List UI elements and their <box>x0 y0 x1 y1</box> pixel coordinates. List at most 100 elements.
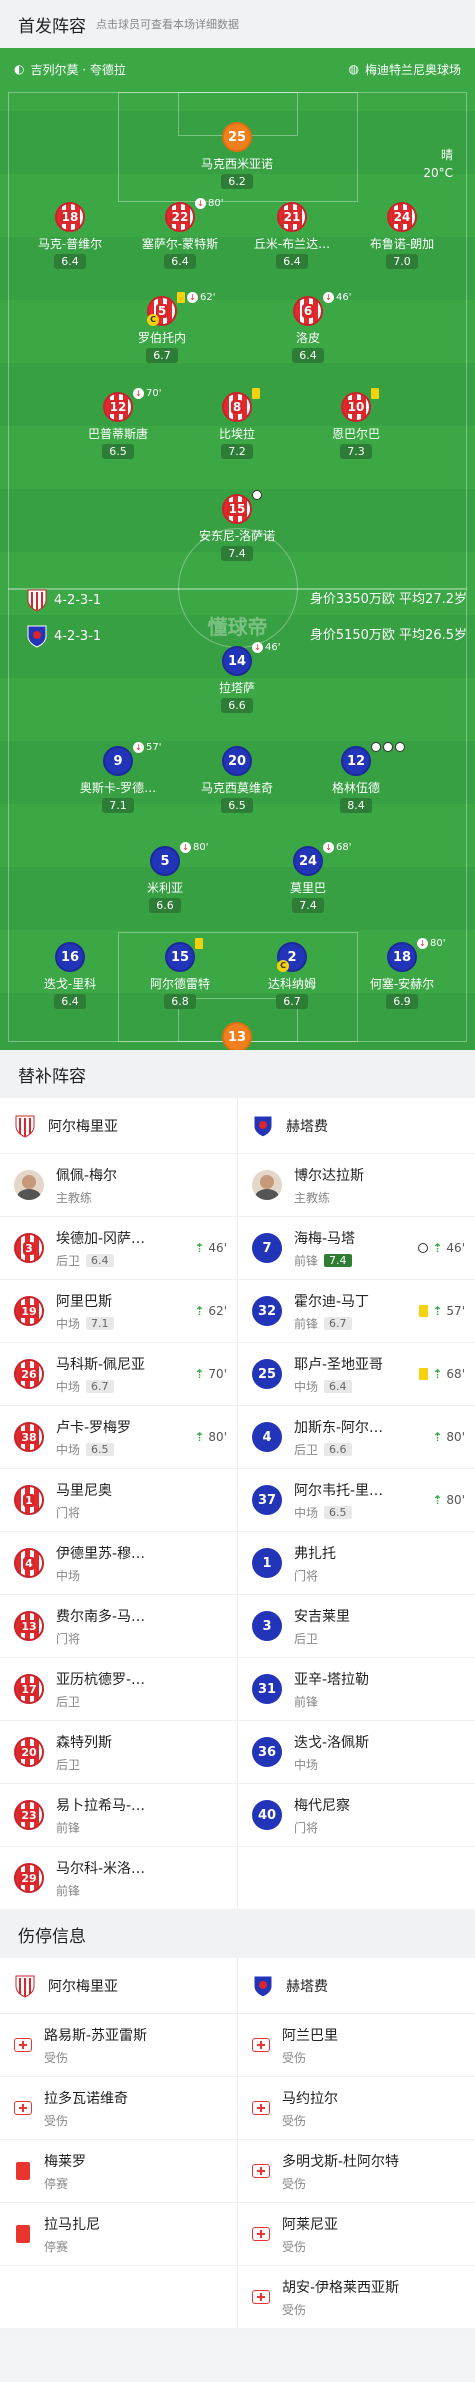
sub-off-icon: ↓ <box>133 742 144 753</box>
sub-player[interactable]: 25 耶卢-圣地亚哥 中场 6.4 ⇡ 68' <box>238 1343 475 1405</box>
injured-player[interactable]: 阿莱尼亚 受伤 <box>238 2203 475 2265</box>
sub-player[interactable]: 19 阿里巴斯 中场 7.1 ⇡ 62' <box>0 1280 238 1342</box>
player-events: ↓ 57' <box>133 742 161 753</box>
player[interactable]: 16 迭戈-里科 6.4 <box>15 942 125 1009</box>
home-coach[interactable]: 佩佩-梅尔 主教练 <box>0 1154 238 1216</box>
injured-player[interactable]: 拉马扎尼 停赛 <box>0 2203 238 2265</box>
player[interactable]: 14 ↓ 46' 拉塔萨 6.6 <box>182 642 292 713</box>
sub-in-icon: ⇡ <box>432 1367 443 1381</box>
away-team[interactable]: 赫塔费 <box>238 1098 475 1153</box>
sub-player[interactable]: 1 马里尼奥 门将 <box>0 1469 238 1531</box>
home-team[interactable]: 阿尔梅里亚 <box>0 1958 238 2013</box>
player[interactable]: 6 ↓ 46' 洛皮 6.4 <box>253 292 363 363</box>
player-name: 霍尔迪-马丁 <box>294 1293 370 1310</box>
sub-player[interactable]: 1 弗扎托 门将 <box>238 1532 475 1594</box>
injured-player[interactable]: 路易斯-苏亚雷斯 受伤 <box>0 2014 238 2076</box>
player[interactable]: 25 马克西米亚诺 6.2 <box>182 122 292 189</box>
player[interactable]: 18 马克-普维尔 6.4 <box>15 202 125 269</box>
sub-time: 46' <box>208 1241 227 1255</box>
jersey-number: 2C <box>277 942 307 972</box>
jersey-number: 23 <box>14 1800 44 1830</box>
jersey-number: 18 <box>55 202 85 232</box>
player-name: 阿尔德雷特 <box>149 977 210 991</box>
sub-time: 62' <box>200 292 216 303</box>
player-name: 塞萨尔-蒙特斯 <box>141 237 219 251</box>
sub-time: 46' <box>265 642 281 653</box>
player-name: 亚历杭德罗-… <box>56 1671 146 1688</box>
sub-player[interactable]: 7 海梅-马塔 前锋 7.4 ⇡ 46' <box>238 1217 475 1279</box>
sub-player[interactable]: 36 迭戈-洛佩斯 中场 <box>238 1721 475 1783</box>
sub-player[interactable]: 32 霍尔迪-马丁 前锋 6.7 ⇡ 57' <box>238 1280 475 1342</box>
jersey-number: 3 <box>14 1233 44 1263</box>
subs-title: 替补阵容 <box>18 1066 86 1087</box>
sub-player[interactable]: 38 卢卡-罗梅罗 中场 6.5 ⇡ 80' <box>0 1406 238 1468</box>
player-name: 马约拉尔 <box>282 2090 338 2107</box>
injured-player[interactable]: 多明戈斯-杜阿尔特 受伤 <box>238 2140 475 2202</box>
player-name: 梅莱罗 <box>44 2153 86 2170</box>
player[interactable]: 5 C ↓ 62' 罗伯托内 6.7 <box>107 292 217 363</box>
injured-player[interactable]: 胡安-伊格莱西亚斯 受伤 <box>238 2266 475 2328</box>
injured-player[interactable]: 拉多瓦诺维奇 受伤 <box>0 2077 238 2139</box>
player[interactable]: 15 安东尼-洛萨诺 7.4 <box>182 490 292 561</box>
player[interactable]: 22 ↓ 80' 塞萨尔-蒙特斯 6.4 <box>125 198 235 269</box>
player[interactable]: 9 ↓ 57' 奥斯卡-罗德… 7.1 <box>63 742 173 813</box>
player[interactable]: 21 丘米-布兰达… 6.4 <box>237 202 347 269</box>
jersey-number: 9 <box>103 746 133 776</box>
sub-player[interactable]: 17 亚历杭德罗-… 后卫 <box>0 1658 238 1720</box>
jersey-number: 5C <box>147 296 177 326</box>
jersey-number: 32 <box>252 1296 282 1326</box>
sub-in: ⇡ 80' <box>432 1430 465 1444</box>
player-position: 前锋 <box>56 1883 81 1898</box>
jersey-number: 3 <box>252 1611 282 1641</box>
home-venue-label: 吉列尔莫 · 夸德拉 <box>30 62 126 77</box>
sub-player[interactable]: 3 安吉莱里 后卫 <box>238 1595 475 1657</box>
player[interactable]: 2 C 达科纳姆 6.7 <box>237 942 347 1009</box>
sub-player[interactable]: 13 费尔南多-马… 门将 <box>0 1595 238 1657</box>
injured-player[interactable]: 马约拉尔 受伤 <box>238 2077 475 2139</box>
sub-player[interactable]: 26 马科斯-佩尼亚 中场 6.7 ⇡ 70' <box>0 1343 238 1405</box>
player-rating: 6.4 <box>54 994 86 1009</box>
sub-player[interactable]: 23 易卜拉希马-… 前锋 <box>0 1784 238 1846</box>
player-name: 米利亚 <box>146 881 183 895</box>
player-name: 阿里巴斯 <box>56 1293 112 1310</box>
player[interactable]: 8 比埃拉 7.2 <box>182 388 292 459</box>
player[interactable]: 18 ↓ 80' 何塞-安赫尔 6.9 <box>347 938 457 1009</box>
sub-player[interactable]: 4 伊德里苏-穆… 中场 <box>0 1532 238 1594</box>
weather-temp: 20°C <box>423 166 453 180</box>
sub-player[interactable]: 3 埃德加-冈萨… 后卫 6.4 ⇡ 46' <box>0 1217 238 1279</box>
player[interactable]: 24 ↓ 68' 莫里巴 7.4 <box>253 842 363 913</box>
player[interactable]: 10 恩巴尔巴 7.3 <box>301 388 411 459</box>
player-events: ↓ 62' <box>177 292 215 303</box>
yellow-card-icon <box>177 292 185 303</box>
sub-time: 68' <box>336 842 352 853</box>
stadium-icon: ◍ <box>348 62 359 76</box>
sub-player[interactable]: 31 亚辛-塔拉勒 前锋 <box>238 1658 475 1720</box>
player[interactable]: 13戴维-索里亚★8.7 <box>182 1022 292 1050</box>
sub-in: ⇡ 80' <box>432 1493 465 1507</box>
jersey-number: 16 <box>55 942 85 972</box>
away-coach[interactable]: 博尔达拉斯 主教练 <box>238 1154 475 1216</box>
player[interactable]: 12 格林伍德 8.4 <box>301 742 411 813</box>
sub-player[interactable]: 4 加斯东-阿尔… 后卫 6.6 ⇡ 80' <box>238 1406 475 1468</box>
goal-icon <box>383 742 393 752</box>
sub-player[interactable]: 37 阿尔韦托-里… 中场 6.5 ⇡ 80' <box>238 1469 475 1531</box>
player[interactable]: 12 ↓ 70' 巴普蒂斯唐 6.5 <box>63 388 173 459</box>
player[interactable]: 15 阿尔德雷特 6.8 <box>125 938 235 1009</box>
away-team[interactable]: 赫塔费 <box>238 1958 475 2013</box>
injured-player[interactable]: 阿兰巴里 受伤 <box>238 2014 475 2076</box>
player[interactable]: 24 布鲁诺-朗加 7.0 <box>347 202 457 269</box>
sub-player[interactable]: 40 梅代尼察 门将 <box>238 1784 475 1846</box>
player-events: ↓ 46' <box>323 292 351 303</box>
sub-player[interactable]: 20 森特列斯 后卫 <box>0 1721 238 1783</box>
home-team[interactable]: 阿尔梅里亚 <box>0 1098 238 1153</box>
sub-player[interactable]: 29 马尔科-米洛… 前锋 <box>0 1847 238 1909</box>
injured-player[interactable]: 梅莱罗 停赛 <box>0 2140 238 2202</box>
player-events: ↓ 80' <box>180 842 208 853</box>
player[interactable]: 5 ↓ 80' 米利亚 6.6 <box>110 842 220 913</box>
player-position: 门将 <box>56 1631 81 1646</box>
player-name: 阿莱尼亚 <box>282 2216 338 2233</box>
away-venue-label: 梅迪特兰尼奥球场 <box>364 62 461 77</box>
sub-time: 70' <box>146 388 162 399</box>
player[interactable]: 20 马克西莫维奇 6.5 <box>182 746 292 813</box>
player-rating: 6.5 <box>324 1505 352 1519</box>
